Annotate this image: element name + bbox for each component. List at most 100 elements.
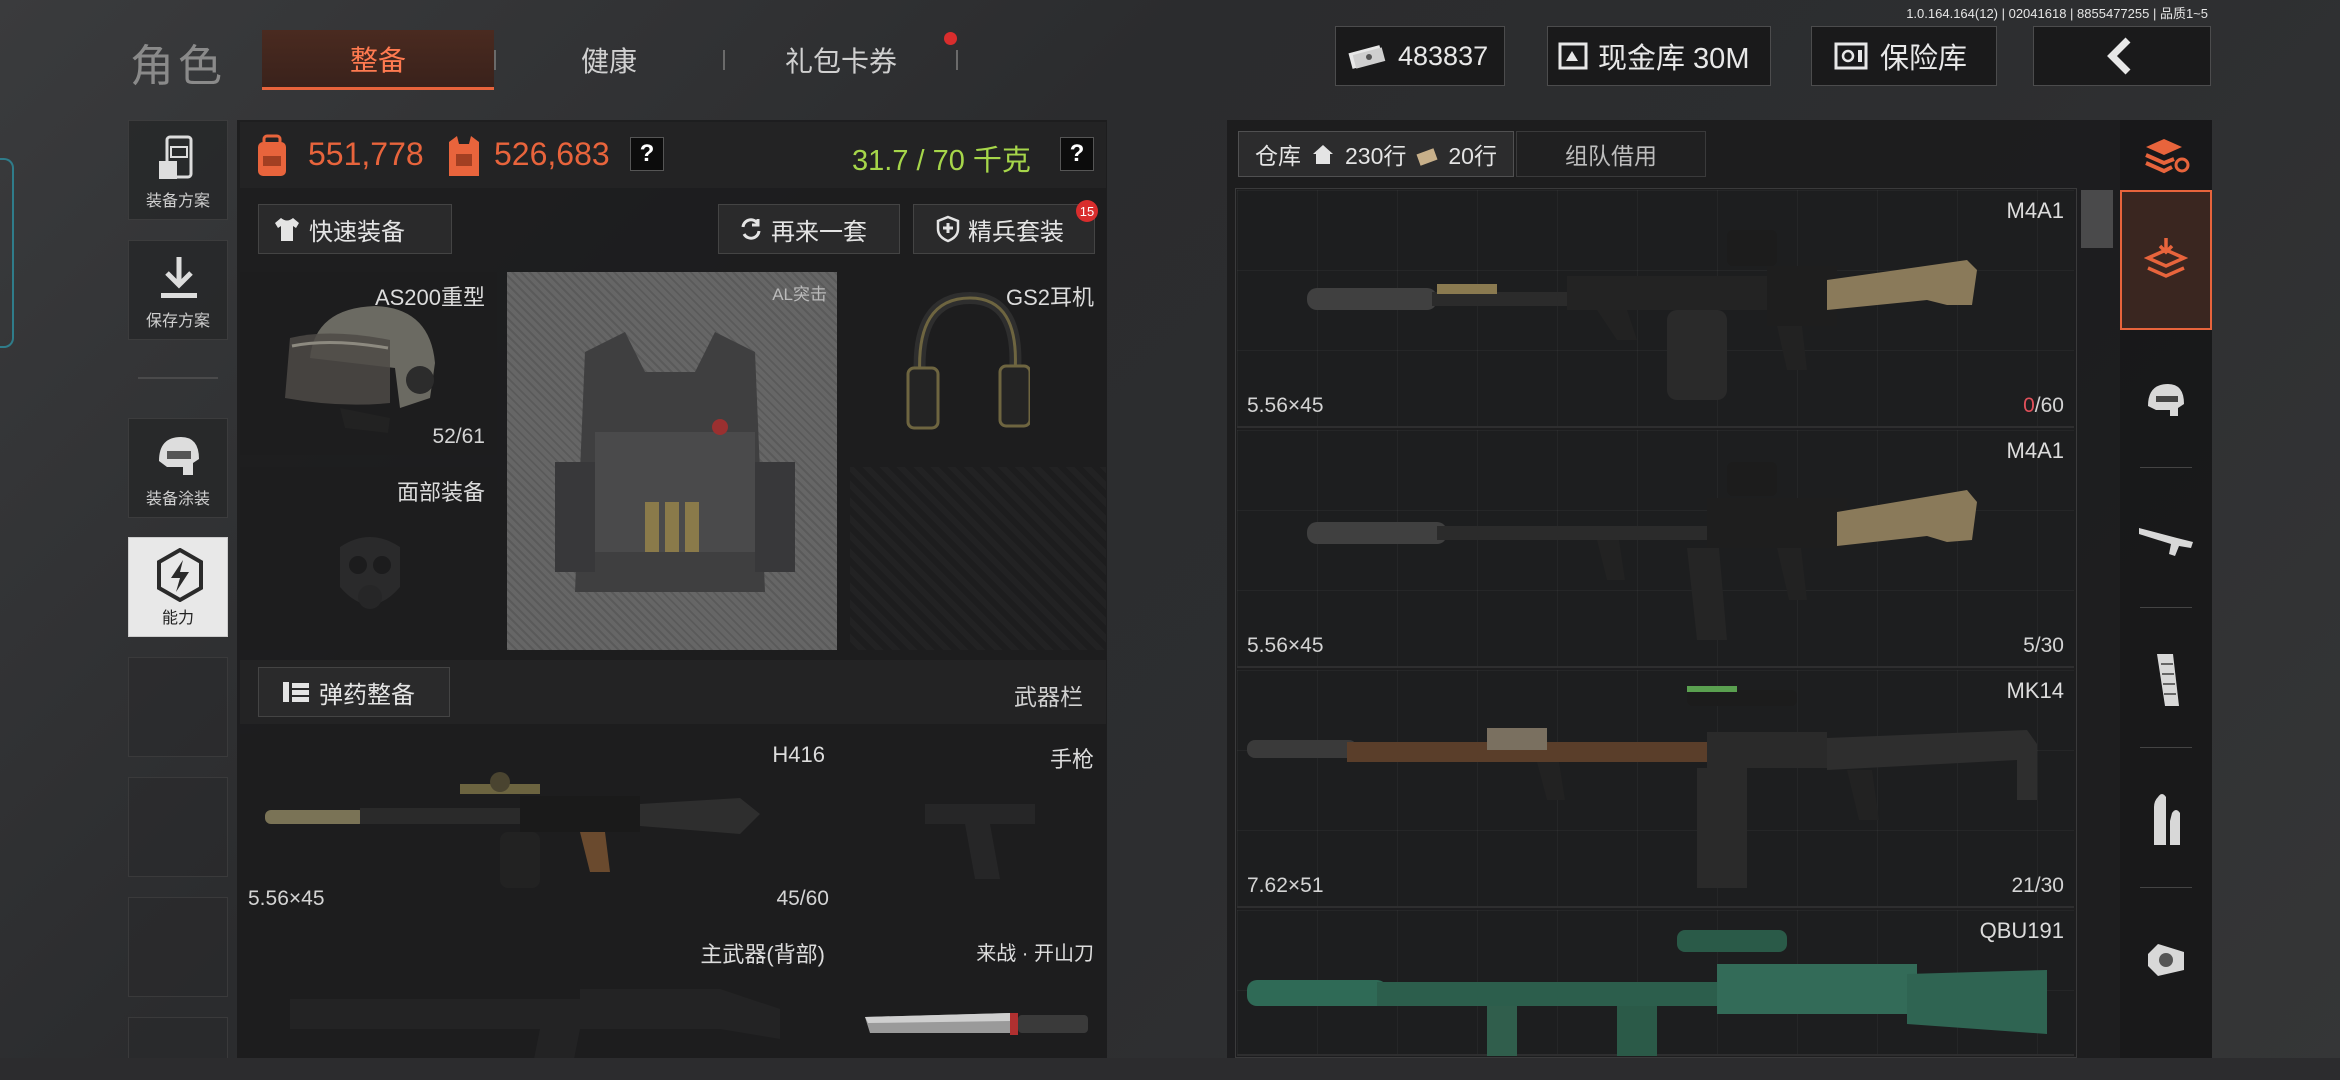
list-item[interactable]: M4A1 5.56×45 0/60 — [1237, 190, 2074, 428]
again-button[interactable]: 再来一套 — [718, 204, 900, 254]
tab-attachments[interactable] — [2120, 890, 2212, 1030]
weapon-ammo-max: /60 — [2034, 394, 2064, 417]
team-borrow-tab[interactable]: 组队借用 — [1516, 131, 1706, 177]
tab-equip[interactable]: 整备 — [262, 30, 494, 90]
ammo-prep-button[interactable]: 弹药整备 — [258, 667, 450, 717]
helmet-icon — [2144, 380, 2188, 420]
sidebar-item-ability[interactable]: 能力 — [128, 537, 228, 637]
ammo-prep-label: 弹药整备 — [319, 681, 415, 709]
armor-name: AL突击 — [772, 285, 827, 304]
value-help-button[interactable]: ? — [630, 137, 664, 171]
cash-store-button[interactable]: 现金库 30M — [1547, 26, 1771, 86]
helmet-image — [285, 306, 435, 433]
helmet-slot[interactable]: AS200重型 52/61 — [240, 272, 497, 455]
elite-count-badge: 15 — [1076, 200, 1098, 222]
qbu191-rifle-image — [1247, 930, 2047, 1056]
tab-ammo[interactable] — [2120, 750, 2212, 890]
ticket-icon — [1416, 145, 1438, 166]
primary-weapon-ammo: 45/60 — [776, 887, 829, 910]
warehouse-rows2: 20行 — [1448, 143, 1497, 169]
tab-all-items[interactable] — [2120, 190, 2212, 330]
machete-image — [865, 1013, 1088, 1035]
game-screen: 1.0.164.164(12) | 02041618 | 8855477255 … — [0, 0, 2340, 1080]
warehouse-rows: 230行 — [1345, 143, 1407, 169]
elite-set-label: 精兵套装 — [968, 218, 1064, 246]
tab-refresh-layers[interactable] — [2120, 120, 2212, 190]
currency-value: 483837 — [1398, 40, 1489, 71]
magazine-icon — [2151, 652, 2181, 708]
left-edge-handle[interactable] — [0, 158, 14, 348]
weight-value: 31.7 / 70 千克 — [852, 145, 1031, 177]
category-divider — [2140, 467, 2192, 468]
tab-rifles[interactable] — [2120, 470, 2212, 610]
weight-help-button[interactable]: ? — [1060, 137, 1094, 171]
cash-store-icon — [1558, 41, 1588, 71]
weapon-caliber: 7.62×51 — [1247, 874, 1324, 897]
face-name: 面部装备 — [396, 480, 485, 505]
h416-rifle-image — [265, 772, 760, 888]
bottom-strip — [0, 1058, 2340, 1080]
cash-icon — [1346, 41, 1388, 71]
rifle-icon — [2137, 520, 2195, 560]
stats-row: 551,778 526,683 ? 31.7 / 70 千克 ? — [240, 122, 1106, 188]
list-scrollbar[interactable] — [2081, 190, 2113, 248]
weapon-ammo-current: 0 — [2023, 394, 2035, 417]
warehouse-tab[interactable]: 仓库 230行 20行 — [1238, 131, 1514, 177]
pistol-placeholder-icon — [925, 804, 1035, 879]
elite-set-button[interactable]: 精兵套装 — [913, 204, 1095, 254]
sidebar-item-label: 装备涂装 — [145, 491, 210, 508]
tab-equip-label: 整备 — [349, 44, 406, 76]
backpack-vest-icon — [155, 133, 203, 185]
ammo-icon — [281, 680, 311, 704]
tab-health-label: 健康 — [580, 46, 637, 77]
melee-name: 来战 · 开山刀 — [976, 943, 1094, 965]
scope-icon — [2144, 940, 2188, 980]
cash-store-label: 现金库 30M — [1598, 43, 1750, 75]
weapon-ammo-current: 21 — [2011, 874, 2035, 897]
download-icon — [159, 255, 199, 301]
pistol-slot[interactable]: 手枪 — [850, 734, 1106, 917]
tab-magazines[interactable] — [2120, 610, 2212, 750]
pistol-name: 手枪 — [1049, 747, 1094, 772]
list-item[interactable]: M4A1 5.56×45 5/30 — [1237, 430, 2074, 668]
list-item[interactable]: MK14 7.62×51 21/30 — [1237, 670, 2074, 908]
armor-slot[interactable]: AL突击 — [507, 272, 837, 650]
quick-equip-button[interactable]: 快速装备 — [258, 204, 452, 254]
sidebar-item-label: 保存方案 — [145, 313, 210, 330]
back-button[interactable] — [2033, 26, 2211, 86]
quick-equip-label: 快速装备 — [309, 218, 405, 246]
tab-health[interactable]: 健康 — [495, 30, 723, 90]
m4a1-rifle-image — [1307, 462, 1977, 640]
m4a1-rifle-image — [1307, 230, 1977, 400]
tab-helmets[interactable] — [2120, 330, 2212, 470]
tab-gift-coupons[interactable]: 礼包卡券 — [725, 30, 957, 90]
sidebar-empty-slot — [128, 657, 228, 757]
safe-button[interactable]: 保险库 — [1811, 26, 1997, 86]
list-item[interactable]: QBU191 — [1237, 910, 2074, 1056]
gas-mask-placeholder-icon — [340, 537, 400, 609]
sidebar-divider — [138, 377, 218, 379]
category-divider — [2140, 887, 2192, 888]
sidebar-item-save-plan[interactable]: 保存方案 — [128, 240, 228, 340]
refresh-icon — [739, 217, 763, 241]
tab-divider — [956, 50, 958, 70]
weapon-ammo-max: /30 — [2034, 874, 2064, 897]
currency-display: 483837 — [1335, 26, 1505, 86]
safe-icon — [1834, 42, 1868, 70]
empty-gear-slot[interactable] — [850, 467, 1106, 650]
face-slot[interactable]: 面部装备 — [240, 467, 497, 650]
lightning-hex-icon — [155, 547, 205, 603]
headset-slot[interactable]: GS2耳机 — [850, 272, 1106, 455]
sidebar-item-paint[interactable]: 装备涂装 — [128, 418, 228, 518]
back-weapon-name: 主武器(背部) — [700, 942, 825, 967]
weapon-ammo-max: /30 — [2034, 634, 2064, 657]
weapon-bar-label: 武器栏 — [1014, 684, 1083, 710]
armor-image — [555, 332, 795, 592]
team-borrow-label: 组队借用 — [1565, 143, 1657, 169]
sidebar-item-loadout-plan[interactable]: 装备方案 — [128, 120, 228, 220]
primary-weapon-slot[interactable]: H416 5.56×45 45/60 — [240, 734, 837, 917]
sidebar-item-label: 能力 — [161, 610, 194, 627]
weapon-ammo: 0/60 — [2023, 394, 2064, 418]
page-title: 角色 — [130, 42, 226, 91]
primary-weapon-caliber: 5.56×45 — [248, 887, 325, 910]
